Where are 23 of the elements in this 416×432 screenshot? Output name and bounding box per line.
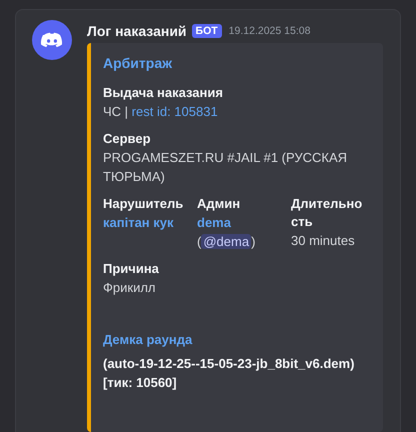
field-value: Фрикилл bbox=[103, 280, 156, 295]
field-value: ЧС | bbox=[103, 104, 128, 119]
embed-title[interactable]: Арбитраж bbox=[103, 55, 371, 71]
field-name: Причина bbox=[103, 260, 160, 278]
user-mention[interactable]: @dema bbox=[201, 234, 252, 249]
rest-link[interactable]: rest id: 105831 bbox=[132, 104, 218, 119]
field-value: ( bbox=[197, 234, 202, 249]
timestamp: 19.12.2025 15:08 bbox=[228, 25, 310, 37]
user-link[interactable]: dema bbox=[197, 215, 231, 230]
bot-avatar-icon bbox=[32, 20, 72, 60]
field-name: Админ bbox=[197, 195, 242, 213]
field-value: PROGAMESZET.RU #JAIL #1 (РУССКАЯ ТЮРЬМА) bbox=[103, 150, 348, 184]
demo-file: (auto-19-12-25--15-05-23-jb_8bit_v6.dem) [тик: 10560] bbox=[103, 355, 356, 392]
demo-title[interactable]: Демка раунда bbox=[103, 332, 371, 347]
field-name: Сервер bbox=[103, 130, 152, 148]
user-link[interactable]: капітан кук bbox=[103, 215, 174, 230]
field-name: Длительность bbox=[291, 195, 364, 231]
author-name[interactable]: Лог наказаний bbox=[87, 23, 187, 39]
field-value: 30 minutes bbox=[291, 233, 355, 248]
field-name: Нарушитель bbox=[103, 195, 184, 213]
bot-badge: БОТ bbox=[192, 24, 222, 38]
field-name: Выдача наказания bbox=[103, 84, 224, 102]
field-value: ) bbox=[251, 234, 256, 249]
